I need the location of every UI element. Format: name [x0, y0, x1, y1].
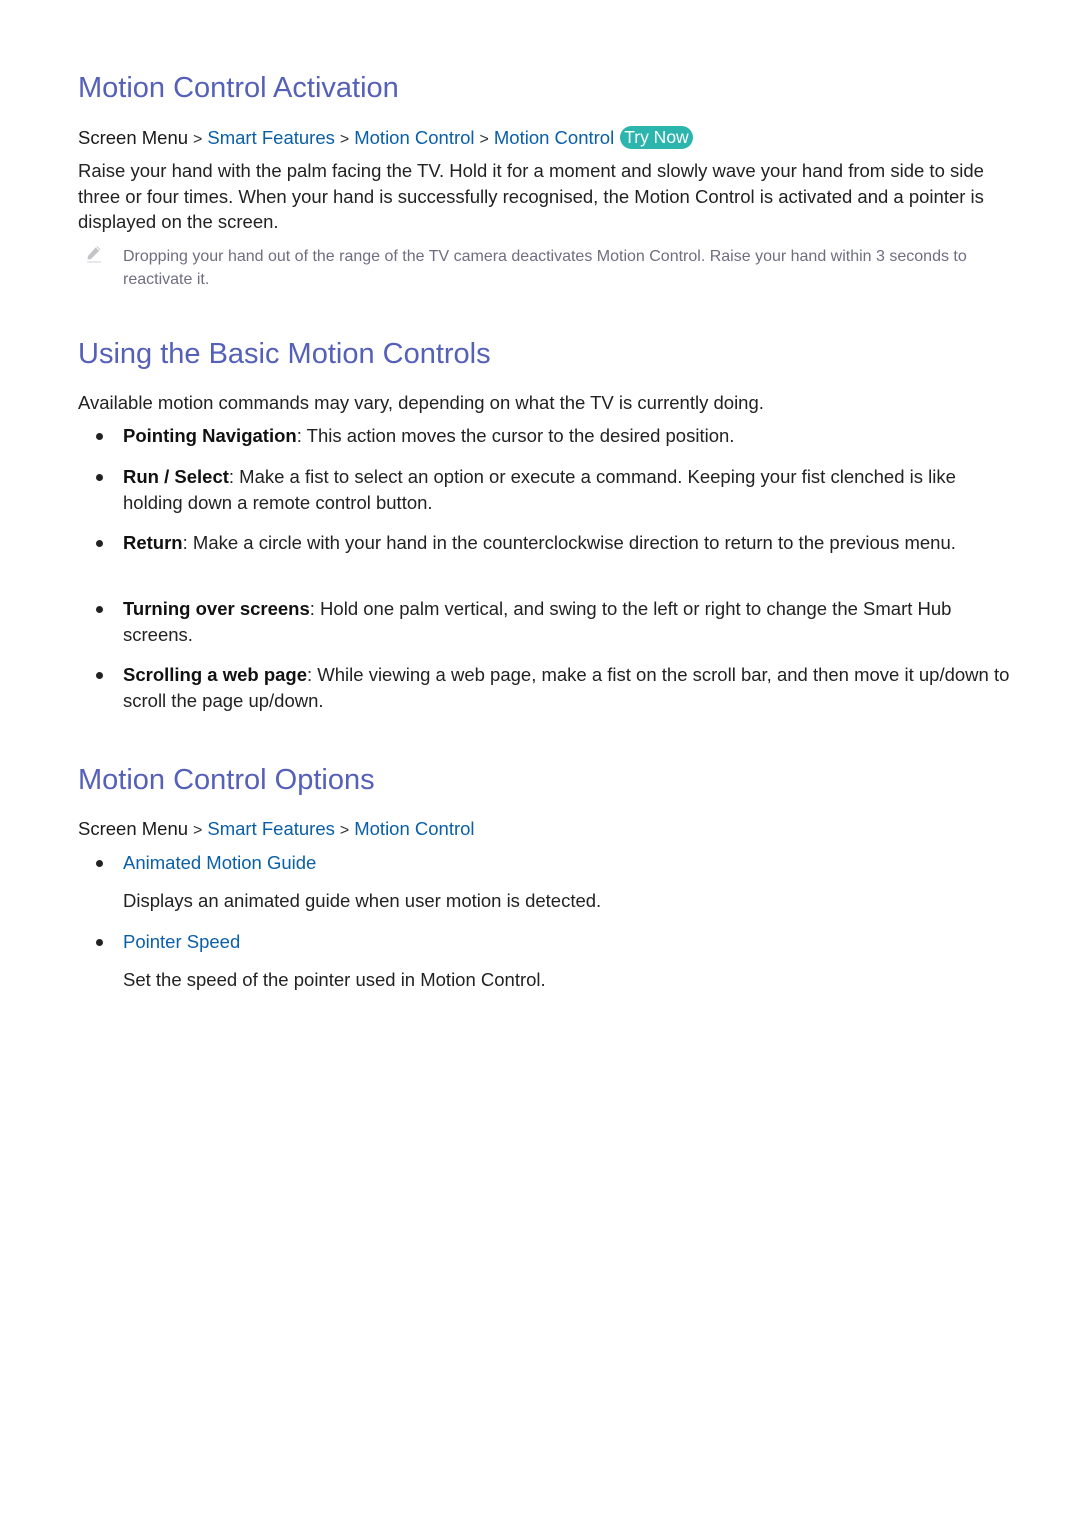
option-item-animated-motion-guide: Animated Motion Guide: [96, 850, 1013, 876]
path-separator: >: [193, 131, 203, 148]
item-term: Return: [123, 532, 183, 553]
option-title[interactable]: Pointer Speed: [123, 931, 240, 952]
section-title-activation: Motion Control Activation: [78, 72, 399, 104]
path-separator: >: [339, 131, 350, 148]
pencil-icon: [87, 246, 101, 263]
list-item: Return: Make a circle with your hand in …: [96, 530, 1013, 556]
path-link-motion-control[interactable]: Motion Control: [354, 818, 474, 839]
item-text: : Make a circle with your hand in the co…: [182, 532, 956, 553]
path-separator: >: [339, 822, 350, 839]
section-title-basic-controls: Using the Basic Motion Controls: [78, 338, 491, 370]
menu-path-options: Screen Menu > Smart Features > Motion Contro…: [78, 818, 475, 840]
path-link-smart-features[interactable]: Smart Features: [207, 127, 335, 148]
option-description: Displays an animated guide when user mot…: [123, 890, 602, 911]
bullet-icon: [96, 860, 103, 867]
bullet-icon: [96, 939, 103, 946]
bullet-icon: [96, 672, 103, 679]
path-separator: >: [479, 131, 489, 148]
item-term: Run / Select: [123, 466, 229, 487]
option-title[interactable]: Animated Motion Guide: [123, 852, 316, 873]
path-link-motion-control[interactable]: Motion Control: [354, 127, 474, 148]
list-item: Turning over screens: Hold one palm vert…: [96, 596, 1013, 647]
basic-controls-intro: Available motion commands may vary, depe…: [78, 392, 764, 413]
bullet-icon: [96, 606, 103, 613]
menu-path-activation: Screen Menu > Smart Features > Motion Contro…: [78, 126, 693, 149]
item-text: : Make a fist to select an option or exe…: [123, 466, 956, 513]
path-root: Screen Menu: [78, 818, 189, 839]
list-item: Run / Select: Make a fist to select an o…: [96, 464, 1013, 515]
option-item-pointer-speed: Pointer Speed: [96, 929, 1013, 955]
bullet-icon: [96, 474, 103, 481]
option-description: Set the speed of the pointer used in Mot…: [123, 969, 546, 990]
try-now-button[interactable]: Try Now: [620, 126, 693, 149]
item-term: Turning over screens: [123, 598, 310, 619]
item-text: : This action moves the cursor to the de…: [296, 425, 735, 446]
activation-note: Dropping your hand out of the range of t…: [123, 248, 967, 288]
item-term: Pointing Navigation: [123, 425, 297, 446]
bullet-icon: [96, 433, 103, 440]
list-item: Pointing Navigation: This action moves t…: [96, 423, 1013, 449]
path-link-motion-control-setting[interactable]: Motion Control: [494, 127, 614, 148]
bullet-icon: [96, 540, 103, 547]
item-term: Scrolling a web page: [123, 664, 308, 685]
path-link-smart-features[interactable]: Smart Features: [207, 818, 335, 839]
activation-body: Raise your hand with the palm facing the…: [78, 160, 984, 232]
list-item: Scrolling a web page: While viewing a we…: [96, 662, 1013, 713]
path-separator: >: [193, 822, 203, 839]
section-title-options: Motion Control Options: [78, 764, 375, 796]
path-root: Screen Menu: [78, 127, 189, 148]
